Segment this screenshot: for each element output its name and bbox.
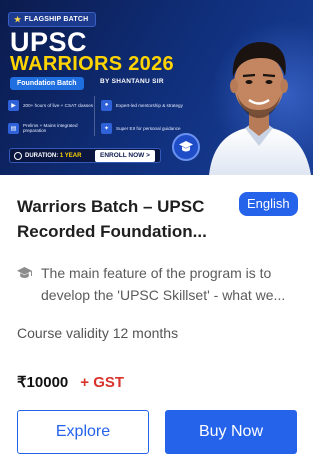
feature-item: ▶ 200+ hours of live + CSAT classes	[8, 96, 97, 115]
graduation-cap-icon	[172, 133, 200, 161]
feature-text: 200+ hours of live + CSAT classes	[23, 102, 94, 108]
book-icon: ▤	[8, 122, 19, 134]
mentor-icon: ●	[101, 99, 112, 111]
feature-text: Prelims + Mains integrated preparation	[23, 122, 78, 134]
guidance-icon: ✦	[101, 122, 112, 134]
course-price: ₹10000	[17, 374, 69, 391]
explore-button[interactable]: Explore	[17, 410, 149, 454]
enroll-now-chip: ENROLL NOW >	[95, 150, 155, 162]
feature-text: Super EII for personal guidance	[116, 125, 181, 131]
clock-icon	[14, 151, 22, 160]
foundation-batch-pill: Foundation Batch	[10, 77, 84, 90]
feature-item: ● Expert-led mentorship & strategy	[101, 96, 190, 115]
graduation-cap-icon	[17, 267, 32, 279]
course-title[interactable]: Warriors Batch – UPSC Recorded Foundatio…	[17, 194, 232, 244]
instructor-byline: BY SHANTANU SIR	[100, 78, 164, 85]
flagship-tag: ★ FLAGSHIP BATCH	[8, 12, 97, 27]
course-card: ★ FLAGSHIP BATCH UPSC WARRIORS 2026 Foun…	[0, 0, 313, 463]
price-row: ₹10000 + GST	[17, 373, 125, 392]
course-banner[interactable]: ★ FLAGSHIP BATCH UPSC WARRIORS 2026 Foun…	[0, 0, 313, 175]
language-badge: English	[239, 192, 298, 216]
course-description: The main feature of the program is to de…	[41, 265, 286, 303]
duration-text: DURATION: 1 YEAR	[25, 153, 81, 159]
star-icon: ★	[14, 15, 22, 24]
banner-features: ▶ 200+ hours of live + CSAT classes ● Ex…	[8, 96, 190, 138]
duration-value: 1 YEAR	[59, 152, 82, 159]
gst-label: + GST	[80, 373, 125, 391]
buy-now-button[interactable]: Buy Now	[165, 410, 297, 454]
duration-prefix: DURATION:	[25, 152, 59, 159]
course-validity: Course validity 12 months	[17, 325, 179, 341]
features-divider	[94, 96, 95, 136]
feature-item: ▤ Prelims + Mains integrated preparation	[8, 119, 97, 138]
feature-text: Expert-led mentorship & strategy	[116, 102, 183, 108]
flagship-tag-label: FLAGSHIP BATCH	[24, 16, 89, 23]
banner-title-upsc: UPSC	[10, 27, 88, 57]
instructor-photo	[209, 42, 311, 175]
banner-title-warriors: WARRIORS 2026	[10, 53, 174, 75]
play-icon: ▶	[8, 99, 19, 111]
